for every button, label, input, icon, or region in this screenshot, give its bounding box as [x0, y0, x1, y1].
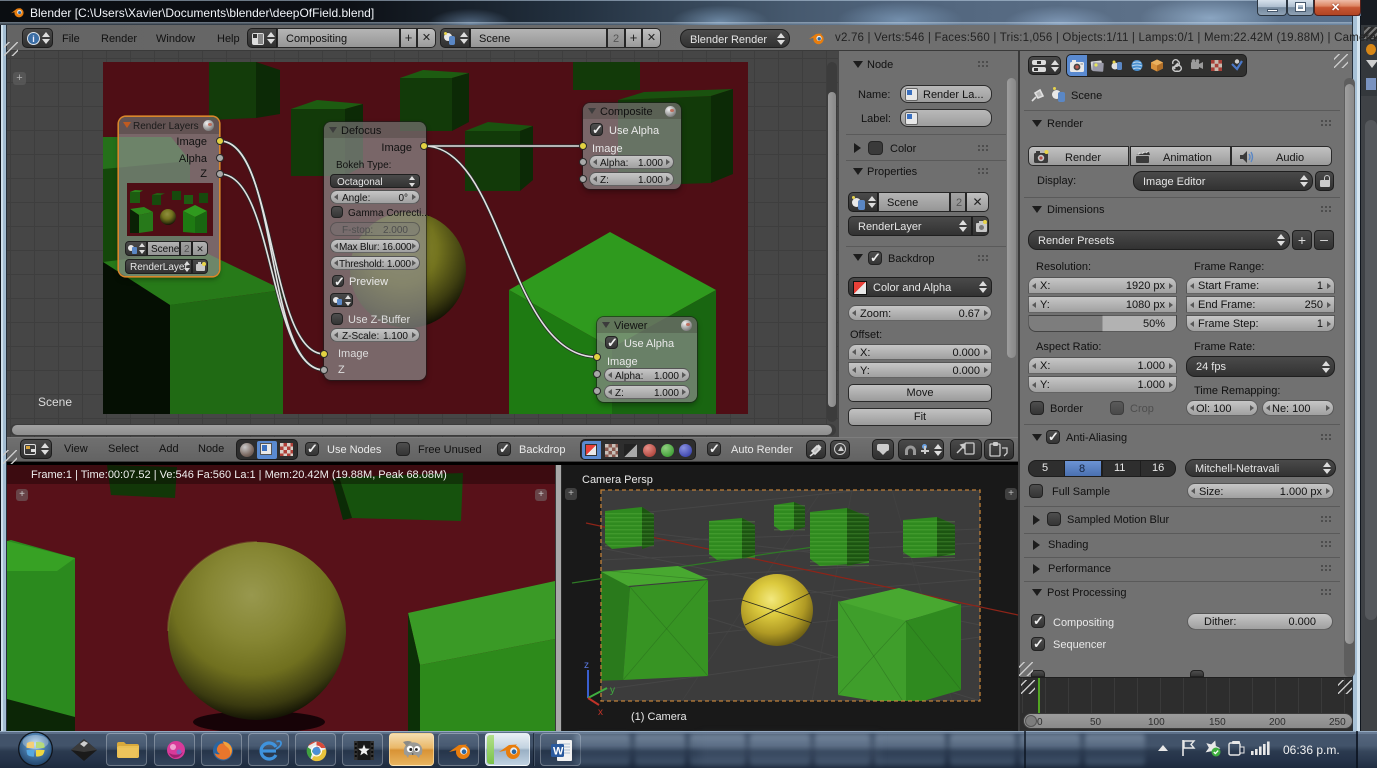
- svg-text:z: z: [584, 660, 589, 671]
- svg-text:W: W: [553, 746, 564, 758]
- svg-text:Frame:1 | Time:00:07.52 | Ve:5: Frame:1 | Time:00:07.52 | Ve:546 Fa:560 …: [31, 469, 447, 481]
- svg-text:Camera Persp: Camera Persp: [582, 474, 653, 486]
- svg-text:(1) Camera: (1) Camera: [631, 711, 688, 723]
- svg-text:x: x: [598, 707, 603, 718]
- svg-text:y: y: [610, 685, 615, 696]
